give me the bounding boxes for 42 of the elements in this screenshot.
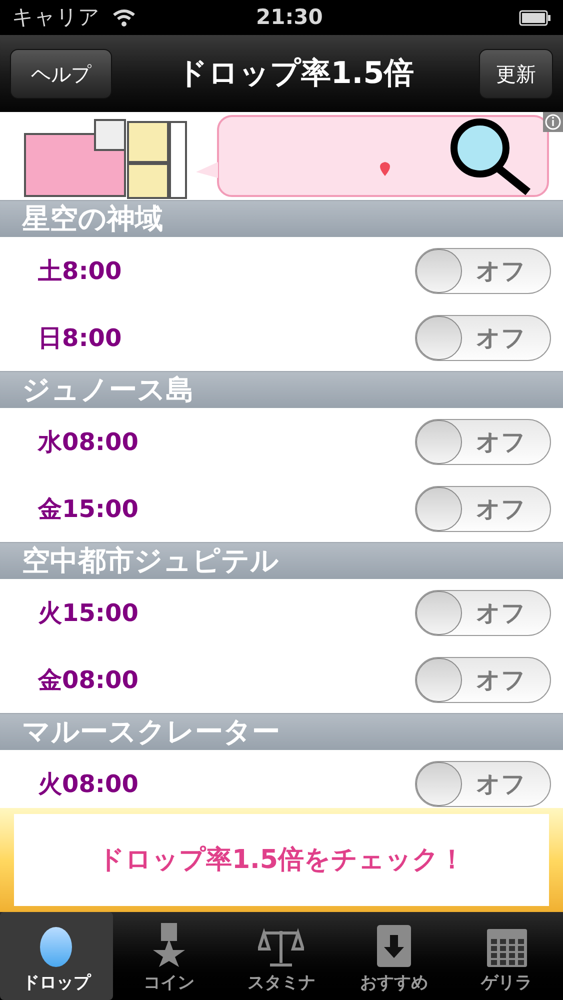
help-button[interactable]: ヘルプ [10,48,112,98]
toggle-knob [416,590,462,634]
schedule-time: 日8:00 [38,322,122,354]
section-header: 星空の神域 [0,200,563,237]
tab-item[interactable]: スタミナ [225,912,338,1000]
toggle-switch[interactable]: オフ [415,418,551,464]
info-icon[interactable] [543,112,563,132]
schedule-time: 金15:00 [38,494,138,524]
section-header: 空中都市ジュピテル [0,542,563,579]
toggle-knob [416,420,462,464]
section-header: マルースクレーター [0,713,563,750]
download-icon [377,924,412,966]
schedule-time: 火08:00 [38,768,138,800]
tab-item[interactable]: ドロップ [0,912,113,1000]
scale-icon [258,926,304,966]
carrier-name: キャリア [12,4,100,31]
star-medal-icon [150,922,187,966]
section-header: ジュノース島 [0,371,563,408]
toggle-knob [416,316,462,360]
wifi-icon [112,8,136,26]
toggle-switch[interactable]: オフ [415,590,551,636]
battery-icon [519,10,551,26]
page-title: ドロップ率1.5倍 [176,55,414,93]
toggle-switch[interactable]: オフ [415,314,551,360]
tab-item[interactable]: おすすめ [338,912,450,1000]
tab-item[interactable]: コイン [112,912,226,1000]
check-banner[interactable]: ドロップ率1.5倍をチェック！ [14,814,549,906]
toggle-switch[interactable]: オフ [415,248,551,294]
clock-time: 21:30 [256,4,323,31]
schedule-time: 火15:00 [38,598,138,628]
tab-item[interactable]: ゲリラ [450,912,563,1000]
toggle-knob [416,762,462,806]
schedule-time: 水08:00 [38,426,138,458]
toggle-knob [416,486,462,530]
schedule-time: 土8:00 [38,256,122,286]
toggle-switch[interactable]: オフ [415,656,551,702]
toggle-knob [416,658,462,702]
schedule-time: 金08:00 [38,664,138,696]
toggle-switch[interactable]: オフ [415,760,551,806]
toggle-knob [416,248,462,292]
refresh-button[interactable]: 更新 [479,48,553,98]
toggle-switch[interactable]: オフ [415,486,551,532]
